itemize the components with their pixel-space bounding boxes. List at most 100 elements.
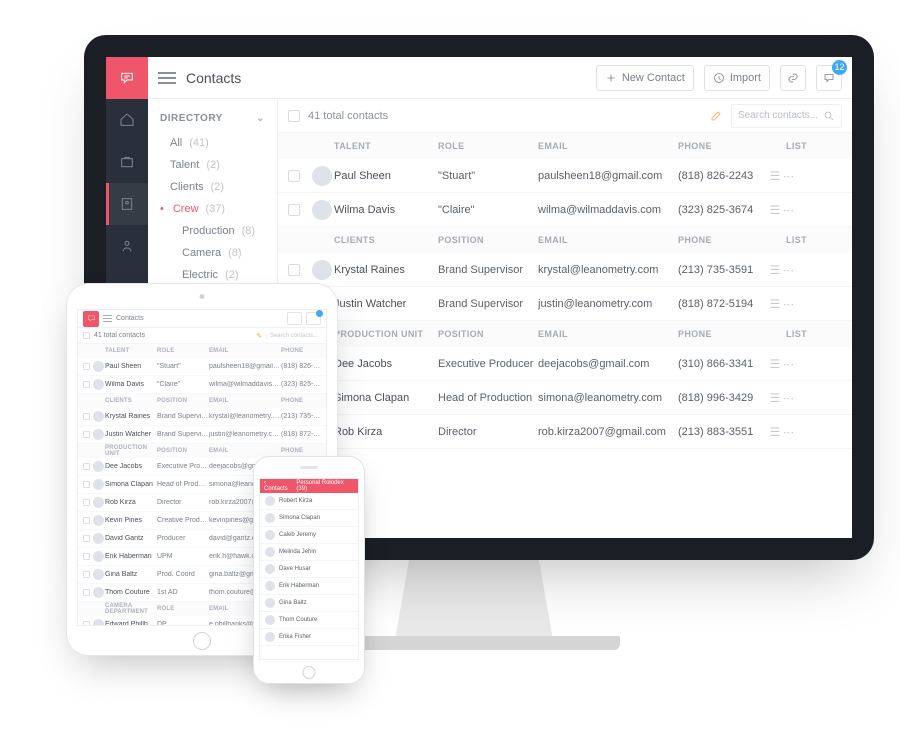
contact-row[interactable]: Paul Sheen "Stuart" paulsheen18@gmail.co…	[78, 358, 326, 376]
content-toolbar: 41 total contacts Search contacts...	[278, 99, 852, 133]
contact-row[interactable]: Erika Fisher	[260, 629, 358, 646]
contact-row[interactable]: Dee Jacobs Executive Producer deejacobs@…	[278, 347, 852, 381]
contact-name: Thom Couture	[279, 617, 317, 623]
contact-row[interactable]: Justin Watcher Brand Supervisor justin@l…	[78, 426, 326, 444]
contact-row[interactable]: Justin Watcher Brand Supervisor justin@l…	[278, 287, 852, 321]
contact-row[interactable]: Krystal Raines Brand Supervisor krystal@…	[278, 253, 852, 287]
avatar	[93, 619, 104, 626]
more-icon[interactable]: ⋮	[786, 427, 800, 437]
row-checkbox[interactable]	[83, 571, 90, 578]
link-button[interactable]	[780, 65, 806, 91]
row-checkbox[interactable]	[83, 535, 90, 542]
menu-icon[interactable]	[158, 72, 176, 84]
contact-row[interactable]: Wilma Davis "Claire" wilma@wilmaddavis.c…	[278, 193, 852, 227]
tablet-home-button[interactable]	[193, 632, 211, 650]
contact-row[interactable]: Gina Baltz	[260, 595, 358, 612]
group-header: PRODUCTION UNIT POSITION EMAIL PHONE LIS…	[278, 321, 852, 347]
avatar	[265, 513, 275, 523]
messages-button[interactable]	[306, 312, 321, 325]
app-logo[interactable]	[106, 57, 148, 99]
directory-item-all[interactable]: All(41)	[148, 132, 277, 154]
contact-phone: (213) 735-3591	[281, 413, 323, 420]
select-all-checkbox[interactable]	[288, 110, 300, 122]
contact-phone: (818) 826-2243	[281, 363, 323, 370]
contact-row[interactable]: Robert Kirza	[260, 493, 358, 510]
row-checkbox[interactable]	[288, 170, 300, 182]
contact-phone: (213) 735-3591	[678, 264, 764, 276]
contact-row[interactable]: Dave Husar	[260, 561, 358, 578]
row-checkbox[interactable]	[83, 517, 90, 524]
compose-icon[interactable]: ✎	[256, 332, 262, 340]
row-checkbox[interactable]	[83, 463, 90, 470]
phone-speaker	[300, 466, 318, 469]
group-header: TALENTROLEEMAILPHONE	[78, 344, 326, 358]
total-contacts: 41 total contacts	[308, 110, 388, 122]
directory-item-clients[interactable]: Clients(2)	[148, 176, 277, 198]
contact-row[interactable]: Erik Haberman	[260, 578, 358, 595]
back-button[interactable]: ‹ Contacts	[264, 480, 290, 492]
row-checkbox[interactable]	[83, 481, 90, 488]
directory-heading[interactable]: DIRECTORY ⌄	[148, 109, 277, 132]
phone-home-button[interactable]	[303, 666, 316, 679]
contact-row[interactable]: Simona Clapan	[260, 510, 358, 527]
import-button[interactable]: Import	[704, 65, 770, 91]
menu-icon[interactable]	[103, 314, 112, 323]
directory-item-camera[interactable]: Camera(8)	[148, 242, 277, 264]
row-checkbox[interactable]	[83, 413, 90, 420]
app-logo[interactable]	[83, 311, 99, 327]
contact-row[interactable]: Wilma Davis "Claire" wilma@wilmaddavis.c…	[78, 376, 326, 394]
compose-icon[interactable]	[710, 109, 723, 122]
row-checkbox[interactable]	[83, 363, 90, 370]
more-icon[interactable]: ⋮	[323, 431, 327, 439]
more-icon[interactable]: ⋮	[323, 413, 327, 421]
contact-row[interactable]: Melinda Jehin	[260, 544, 358, 561]
search-input[interactable]: Search contacts...	[266, 333, 321, 339]
search-input[interactable]: Search contacts...	[731, 104, 842, 128]
contact-phone: (818) 872-5194	[281, 431, 323, 438]
contact-row[interactable]: Krystal Raines Brand Supervisor krystal@…	[78, 408, 326, 426]
more-icon[interactable]: ⋮	[786, 393, 800, 403]
row-checkbox[interactable]	[83, 381, 90, 388]
rail-home[interactable]	[106, 99, 148, 141]
new-contact-button[interactable]: New Contact	[596, 65, 694, 91]
directory-item-crew[interactable]: Crew(37)	[148, 198, 277, 220]
contact-role: Prod. Coord	[157, 571, 209, 578]
group-header: CLIENTS POSITION EMAIL PHONE LIST	[278, 227, 852, 253]
contact-role: "Stuart"	[438, 170, 538, 182]
rail-projects[interactable]	[106, 141, 148, 183]
contact-name: Paul Sheen	[334, 170, 438, 182]
row-checkbox[interactable]	[288, 204, 300, 216]
contact-name: Edward Phillbanks	[105, 621, 157, 626]
more-icon[interactable]: ⋮	[786, 171, 800, 181]
more-icon[interactable]: ⋮	[786, 205, 800, 215]
row-checkbox[interactable]	[83, 621, 90, 626]
contact-row[interactable]: Paul Sheen "Stuart" paulsheen18@gmail.co…	[278, 159, 852, 193]
row-checkbox[interactable]	[288, 264, 300, 276]
avatar	[93, 379, 104, 390]
rail-settings[interactable]	[106, 225, 148, 267]
row-checkbox[interactable]	[83, 499, 90, 506]
contact-row[interactable]: Caleb Jeremy	[260, 527, 358, 544]
contact-email: paulsheen18@gmail.com	[209, 363, 281, 370]
more-icon[interactable]: ⋮	[786, 299, 800, 309]
contact-row[interactable]: Rob Kirza Director rob.kirza2007@gmail.c…	[278, 415, 852, 449]
row-checkbox[interactable]	[83, 431, 90, 438]
directory-item-production[interactable]: Production(8)	[148, 220, 277, 242]
more-icon[interactable]: ⋮	[786, 359, 800, 369]
rail-contacts[interactable]	[106, 183, 148, 225]
contact-row[interactable]: Simona Clapan Head of Production simona@…	[278, 381, 852, 415]
contact-role: Executive Producer	[157, 463, 209, 470]
compose-icon[interactable]	[287, 312, 302, 325]
contact-row[interactable]: Thom Couture	[260, 612, 358, 629]
contact-name: Dave Husar	[279, 566, 311, 572]
row-checkbox[interactable]	[83, 553, 90, 560]
more-icon[interactable]: ⋮	[786, 265, 800, 275]
select-all-checkbox[interactable]	[83, 332, 90, 339]
more-icon[interactable]: ⋮	[323, 363, 327, 371]
more-icon[interactable]: ⋮	[323, 381, 327, 389]
directory-item-talent[interactable]: Talent(2)	[148, 154, 277, 176]
avatar	[265, 581, 275, 591]
row-checkbox[interactable]	[83, 589, 90, 596]
contact-name: Caleb Jeremy	[279, 532, 316, 538]
messages-button[interactable]: 12	[816, 65, 842, 91]
